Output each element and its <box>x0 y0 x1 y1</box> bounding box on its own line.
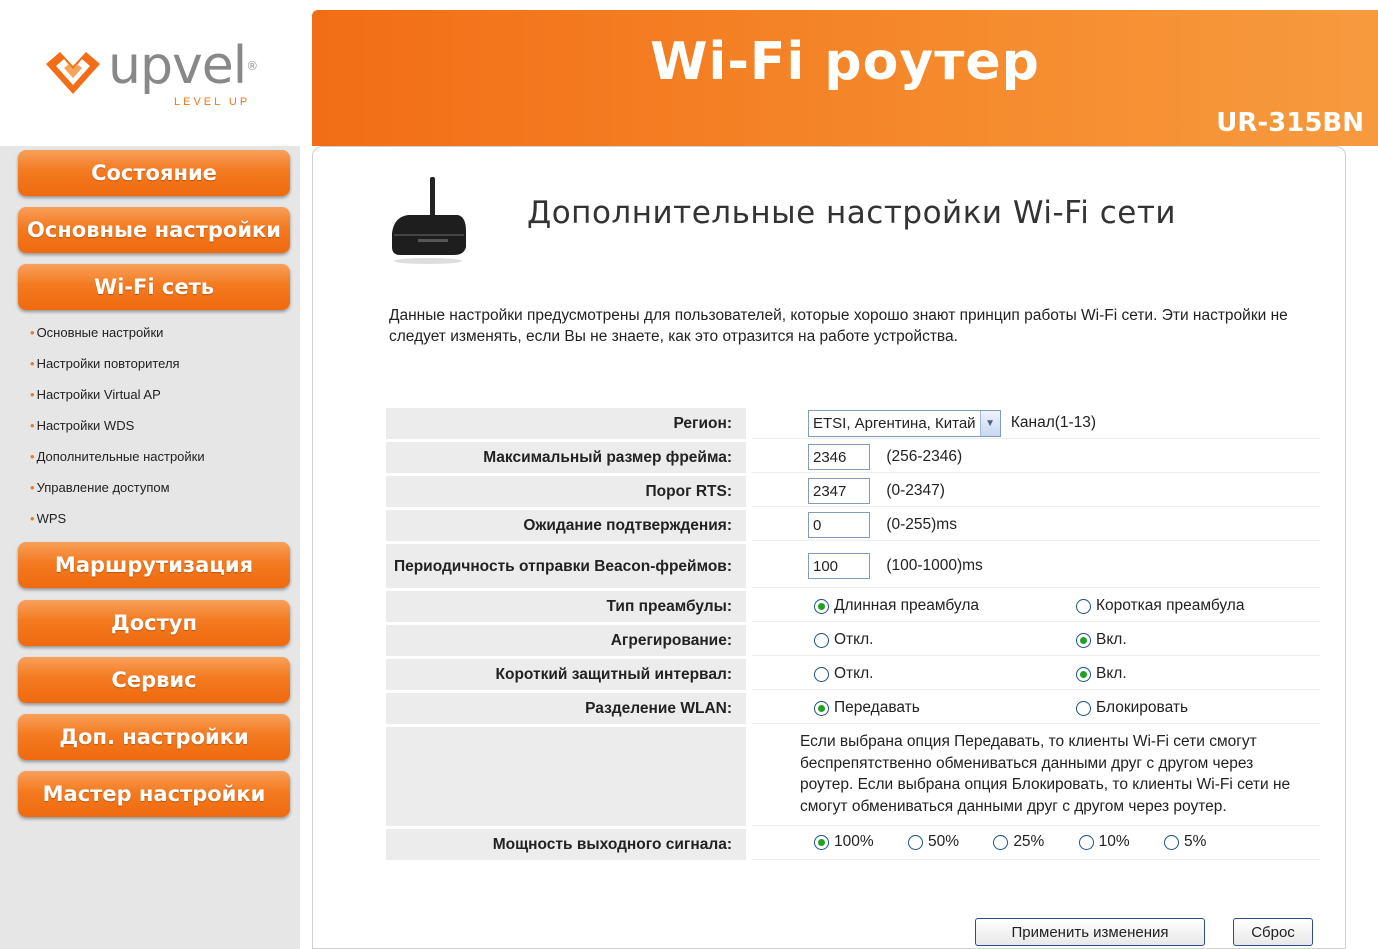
guard-label: Короткий защитный интервал: <box>386 659 746 690</box>
sidebar: Состояние Основные настройки Wi-Fi сеть … <box>0 146 300 949</box>
guard-on-radio[interactable]: Вкл. <box>1076 665 1127 683</box>
nav-service-button[interactable]: Сервис <box>18 657 290 703</box>
aggregation-off-radio[interactable]: Откл. <box>800 631 1076 649</box>
guard-row: Короткий защитный интервал: Откл. Вкл. <box>386 659 1320 690</box>
rts-row: Порог RTS: 2347 (0-2347) <box>386 476 1320 507</box>
radio-icon <box>1076 598 1091 614</box>
upvel-logo[interactable]: upvel® <box>42 36 258 100</box>
power-row: Мощность выходного сигнала: 100% 50% 25%… <box>386 829 1320 860</box>
intro-text: Данные настройки предусмотрены для польз… <box>389 307 1288 345</box>
submenu-item-wps[interactable]: • WPS <box>30 510 205 541</box>
beacon-input[interactable]: 100 <box>808 552 870 579</box>
ack-input[interactable]: 0 <box>808 512 870 538</box>
chevron-down-icon[interactable]: ▼ <box>979 410 1000 436</box>
power-50-radio[interactable]: 50% <box>907 833 959 851</box>
content-panel: Дополнительные настройки Wi-Fi сети Данн… <box>312 146 1346 949</box>
power-5-radio[interactable]: 5% <box>1164 833 1206 851</box>
guard-off-radio[interactable]: Откл. <box>800 665 1076 683</box>
radio-icon <box>1078 834 1094 850</box>
logo-tagline: LEVEL UP <box>174 96 251 108</box>
rts-label: Порог RTS: <box>386 476 746 507</box>
frame-size-row: Максимальный размер фрейма: 2346 (256-23… <box>386 442 1320 473</box>
power-100-radio[interactable]: 100% <box>814 833 874 851</box>
radio-selected-icon <box>814 700 829 716</box>
radio-icon <box>907 834 923 850</box>
wlan-note-row: Если выбрана опция Передавать, то клиент… <box>386 727 1320 826</box>
radio-selected-icon <box>1076 666 1091 682</box>
reset-button[interactable]: Сброс <box>1233 918 1313 946</box>
radio-icon <box>814 632 829 648</box>
rts-hint: (0-2347) <box>886 482 945 499</box>
aggregation-on-radio[interactable]: Вкл. <box>1076 631 1127 649</box>
submenu-item-advanced[interactable]: • Дополнительные настройки <box>30 448 205 479</box>
region-row: Регион: ETSI, Аргентина, Китай ▼ Канал(1… <box>386 408 1320 439</box>
region-select-value: ETSI, Аргентина, Китай <box>813 414 976 432</box>
submenu-item-basic[interactable]: • Основные настройки <box>30 324 205 355</box>
settings-table: Регион: ETSI, Аргентина, Китай ▼ Канал(1… <box>386 405 1320 863</box>
nav-wifi-button[interactable]: Wi-Fi сеть <box>18 264 290 310</box>
logo-text: upvel® <box>108 36 258 96</box>
submenu-item-virtual-ap[interactable]: • Настройки Virtual AP <box>30 386 205 417</box>
header-banner: Wi-Fi роутер UR-315BN <box>312 10 1378 146</box>
router-image <box>388 175 468 267</box>
radio-selected-icon <box>1076 632 1091 648</box>
preamble-label: Тип преамбулы: <box>386 591 746 622</box>
region-label: Регион: <box>386 408 746 439</box>
nav-access-button[interactable]: Доступ <box>18 600 290 646</box>
wifi-submenu: • Основные настройки • Настройки повторите… <box>30 324 205 541</box>
ack-hint: (0-255)ms <box>886 516 957 533</box>
aggregation-label: Агрегирование: <box>386 625 746 656</box>
nav-wizard-button[interactable]: Мастер настройки <box>18 771 290 817</box>
ack-row: Ожидание подтверждения: 0 (0-255)ms <box>386 510 1320 541</box>
radio-icon <box>814 666 829 682</box>
header-title: Wi-Fi роутер <box>650 32 1040 92</box>
nav-status-button[interactable]: Состояние <box>18 150 290 196</box>
wlan-forward-radio[interactable]: Передавать <box>800 699 1076 717</box>
submenu-item-wds[interactable]: • Настройки WDS <box>30 417 205 448</box>
beacon-hint: (100-1000)ms <box>886 556 983 574</box>
frame-size-hint: (256-2346) <box>886 448 963 465</box>
nav-basic-settings-button[interactable]: Основные настройки <box>18 207 290 253</box>
radio-selected-icon <box>814 598 829 614</box>
power-label: Мощность выходного сигнала: <box>386 829 746 860</box>
radio-selected-icon <box>814 834 829 850</box>
region-hint: Канал(1-13) <box>1010 414 1097 431</box>
frame-size-input[interactable]: 2346 <box>808 444 870 470</box>
preamble-short-radio[interactable]: Короткая преамбула <box>1076 597 1244 615</box>
beacon-row: Периодичность отправки Beacon-фреймов: 1… <box>386 544 1320 588</box>
preamble-long-radio[interactable]: Длинная преамбула <box>800 597 1076 615</box>
submenu-item-access-control[interactable]: • Управление доступом <box>30 479 205 510</box>
radio-icon <box>993 834 1009 850</box>
wlan-sep-row: Разделение WLAN: Передавать Блокировать <box>386 693 1320 724</box>
wlan-sep-label: Разделение WLAN: <box>386 693 746 724</box>
power-25-radio[interactable]: 25% <box>993 833 1044 851</box>
model-name: UR-315BN <box>1216 108 1364 138</box>
preamble-row: Тип преамбулы: Длинная преамбула Коротка… <box>386 591 1320 622</box>
rts-input[interactable]: 2347 <box>808 478 870 504</box>
radio-icon <box>1076 700 1091 716</box>
ack-label: Ожидание подтверждения: <box>386 510 746 541</box>
logo-area: upvel® LEVEL UP <box>0 0 312 145</box>
aggregation-row: Агрегирование: Откл. Вкл. <box>386 625 1320 656</box>
beacon-label: Периодичность отправки Beacon-фреймов: <box>386 544 746 588</box>
nav-routing-button[interactable]: Маршрутизация <box>18 542 290 588</box>
submenu-item-repeater[interactable]: • Настройки повторителя <box>30 355 205 386</box>
nav-extra-settings-button[interactable]: Доп. настройки <box>18 714 290 760</box>
wlan-note-text: Если выбрана опция Передавать, то клиент… <box>752 727 1320 826</box>
frame-size-label: Максимальный размер фрейма: <box>386 442 746 473</box>
wlan-block-radio[interactable]: Блокировать <box>1076 699 1188 717</box>
apply-button[interactable]: Применить изменения <box>975 918 1205 946</box>
power-10-radio[interactable]: 10% <box>1078 833 1130 851</box>
page-title: Дополнительные настройки Wi-Fi сети <box>527 195 1177 231</box>
region-select[interactable]: ETSI, Аргентина, Китай ▼ <box>808 409 1001 437</box>
radio-icon <box>1164 834 1179 850</box>
upvel-logo-icon <box>42 38 104 100</box>
